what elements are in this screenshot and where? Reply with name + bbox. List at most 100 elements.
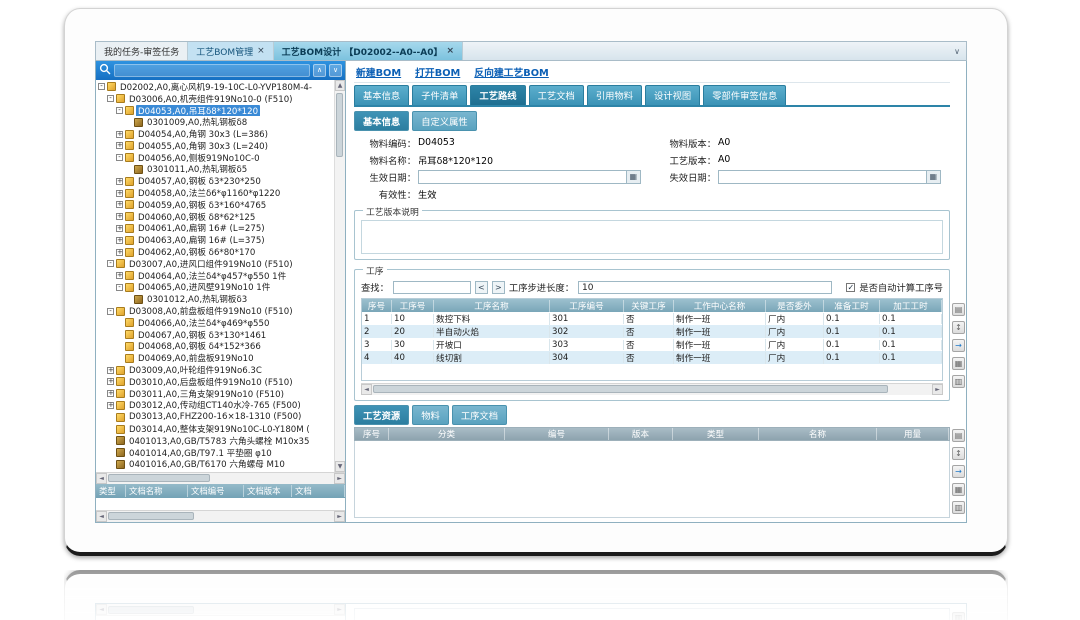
search-up-button[interactable]: ∧	[313, 64, 326, 77]
tree-item[interactable]: +D03012,A0,传动组CT140水冷-765 (F500)	[96, 400, 334, 412]
scrollbar-track[interactable]	[335, 91, 345, 461]
tab-6[interactable]: 零部件审签信息	[703, 85, 786, 105]
table-row[interactable]: 440线切割304否制作一班厂内0.10.1	[362, 351, 942, 364]
link-2[interactable]: 打开BOM	[415, 65, 460, 79]
expand-expander-icon[interactable]: +	[107, 378, 114, 385]
tree-horizontal-scrollbar[interactable]: ◄ ►	[96, 472, 345, 484]
scroll-right-icon[interactable]: ►	[334, 473, 345, 484]
tree-item[interactable]: -D02002,A0,离心风机9-19-10C-L0-YVP180M-4-	[96, 81, 334, 93]
process-horizontal-scrollbar[interactable]: ◄ ►	[361, 383, 943, 395]
tree-item[interactable]: D03013,A0,FHZ200-16×18-1310 (F500)	[96, 411, 334, 423]
scroll-right-icon[interactable]: ►	[932, 384, 943, 395]
expand-expander-icon[interactable]: +	[116, 178, 123, 185]
expand-expander-icon[interactable]: +	[107, 390, 114, 397]
scroll-left-icon[interactable]: ◄	[96, 511, 107, 522]
close-icon[interactable]: ×	[257, 46, 265, 56]
tab-bom-design[interactable]: 工艺BOM设计 【D02002--A0--A0】 ×	[274, 42, 463, 60]
subtab-0[interactable]: 基本信息	[354, 111, 409, 131]
collapse-expander-icon[interactable]: -	[98, 83, 105, 90]
tree-item[interactable]: +D04063,A0,扁钢 16# (L=375)	[96, 234, 334, 246]
tree-item[interactable]: D04067,A0,钢板 δ3*130*1461	[96, 329, 334, 341]
tab-1[interactable]: 子件清单	[412, 85, 467, 105]
tree-item[interactable]: 0401014,A0,GB/T97.1 平垫圈 φ10	[96, 447, 334, 459]
tree-item[interactable]: -D04065,A0,进风壁919No10 1件	[96, 282, 334, 294]
scrollbar-thumb[interactable]	[108, 474, 210, 482]
tree-item[interactable]: 0401016,A0,GB/T6170 六角螺母 M10	[96, 459, 334, 471]
tree-item[interactable]: -D04053,A0,吊耳δ8*120*120	[96, 105, 334, 117]
bottom-tab-0[interactable]: 工艺资源	[354, 405, 409, 425]
tree-item[interactable]: +D04062,A0,钢板 δ6*80*170	[96, 246, 334, 258]
tree-item[interactable]: +D04058,A0,法兰δ6*φ1160*φ1220	[96, 187, 334, 199]
version-note-input[interactable]	[361, 220, 943, 254]
scrollbar-track[interactable]	[107, 473, 334, 484]
expand-expander-icon[interactable]: +	[116, 201, 123, 208]
scrollbar-thumb[interactable]	[336, 93, 343, 157]
expand-expander-icon[interactable]: +	[116, 131, 123, 138]
link-3[interactable]: 反向建工艺BOM	[474, 65, 549, 79]
find-input[interactable]	[393, 281, 471, 294]
expand-expander-icon[interactable]: +	[116, 213, 123, 220]
link-1[interactable]: 新建BOM	[356, 65, 401, 79]
bottom-tab-2[interactable]: 工序文档	[452, 405, 507, 425]
expand-expander-icon[interactable]: +	[116, 249, 123, 256]
tree-item[interactable]: +D04054,A0,角钢 30x3 (L=386)	[96, 128, 334, 140]
expand-expander-icon[interactable]: +	[116, 237, 123, 244]
doc-horizontal-scrollbar[interactable]: ◄ ►	[96, 510, 345, 522]
tab-5[interactable]: 设计视图	[645, 85, 700, 105]
grid-icon[interactable]: ▦	[952, 483, 965, 496]
tree-item[interactable]: +D03010,A0,后盘板组件919No10 (F510)	[96, 376, 334, 388]
scroll-up-icon[interactable]: ▲	[335, 80, 345, 91]
collapse-expander-icon[interactable]: -	[107, 308, 114, 315]
expand-expander-icon[interactable]: +	[116, 272, 123, 279]
collapse-expander-icon[interactable]: -	[107, 95, 114, 102]
tree-item[interactable]: +D03011,A0,三角支架919No10 (F510)	[96, 388, 334, 400]
keyboard-icon[interactable]: ▤	[952, 303, 965, 316]
scroll-left-icon[interactable]: ◄	[96, 473, 107, 484]
tab-3[interactable]: 工艺文档	[529, 85, 584, 105]
expand-expander-icon[interactable]: +	[107, 402, 114, 409]
close-icon[interactable]: ×	[446, 46, 454, 56]
table-row[interactable]: 330开坡口303否制作一班厂内0.10.1	[362, 338, 942, 351]
tree-item[interactable]: -D03008,A0,前盘板组件919No10 (F510)	[96, 305, 334, 317]
table-row[interactable]: 110数控下料301否制作一班厂内0.10.1	[362, 312, 942, 325]
calendar-icon[interactable]: ▦	[926, 171, 940, 183]
scrollbar-track[interactable]	[372, 384, 932, 395]
tree-item[interactable]: +D04057,A0,钢板 δ3*230*250	[96, 175, 334, 187]
grid-icon[interactable]: ▦	[952, 357, 965, 370]
auto-calc-checkbox[interactable]: ✓	[846, 283, 855, 292]
tree-item[interactable]: D04066,A0,法兰δ4*φ469*φ550	[96, 317, 334, 329]
chevron-down-icon[interactable]: ∨	[948, 42, 966, 60]
tree-item[interactable]: +D04059,A0,钢板 δ3*160*4765	[96, 199, 334, 211]
tab-2[interactable]: 工艺路线	[470, 85, 525, 105]
tab-4[interactable]: 引用物料	[587, 85, 642, 105]
tree-item[interactable]: D03014,A0,整体支架919No10C-L0-Y180M (	[96, 423, 334, 435]
tree-item[interactable]: -D03006,A0,机壳组件919No10-0 (F510)	[96, 93, 334, 105]
tree-item[interactable]: +D04060,A0,钢板 δ8*62*125	[96, 211, 334, 223]
panel-icon[interactable]: ▥	[952, 501, 965, 514]
forward-icon[interactable]: →	[952, 339, 965, 352]
tree-item[interactable]: D04069,A0,前盘板919No10	[96, 352, 334, 364]
table-row[interactable]: 220半自动火焰302否制作一班厂内0.10.1	[362, 325, 942, 338]
sort-icon[interactable]: ↕	[952, 321, 965, 334]
prev-button[interactable]: <	[475, 281, 488, 294]
search-input[interactable]	[114, 64, 310, 77]
tree-item[interactable]: +D04064,A0,法兰δ4*φ457*φ550 1件	[96, 270, 334, 282]
tree-item[interactable]: +D04061,A0,扁钢 16# (L=275)	[96, 223, 334, 235]
scrollbar-track[interactable]	[107, 511, 334, 522]
tree-item[interactable]: 0401013,A0,GB/T5783 六角头螺栓 M10x35	[96, 435, 334, 447]
tab-0[interactable]: 基本信息	[354, 85, 409, 105]
scroll-right-icon[interactable]: ►	[334, 511, 345, 522]
search-down-button[interactable]: ∨	[329, 64, 342, 77]
scrollbar-thumb[interactable]	[373, 385, 888, 393]
expand-expander-icon[interactable]: +	[107, 367, 114, 374]
collapse-expander-icon[interactable]: -	[116, 154, 123, 161]
tab-bom-manage[interactable]: 工艺BOM管理 ×	[188, 42, 273, 60]
tree-item[interactable]: -D04056,A0,侧板919No10C-0	[96, 152, 334, 164]
calendar-icon[interactable]: ▦	[626, 171, 640, 183]
expand-expander-icon[interactable]: +	[116, 190, 123, 197]
tree-item[interactable]: 0301012,A0,热轧钢板δ3	[96, 293, 334, 305]
expand-expander-icon[interactable]: +	[116, 142, 123, 149]
step-input[interactable]: 10	[578, 281, 832, 294]
panel-icon[interactable]: ▥	[952, 375, 965, 388]
bottom-tab-1[interactable]: 物料	[412, 405, 449, 425]
